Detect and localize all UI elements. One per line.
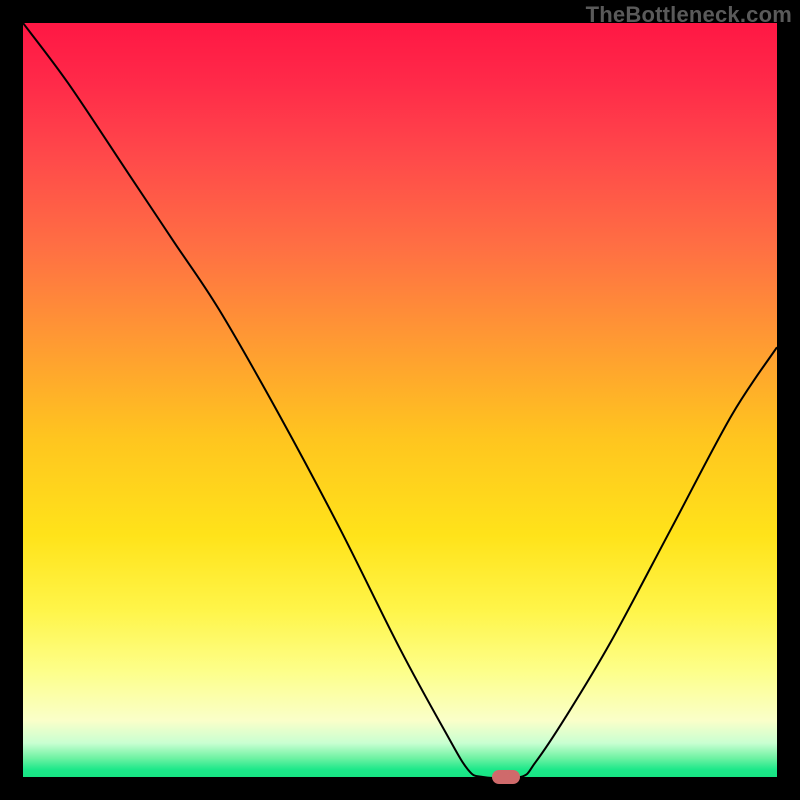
optimal-point-marker xyxy=(492,770,520,784)
watermark-text: TheBottleneck.com xyxy=(586,2,792,28)
bottleneck-curve xyxy=(23,23,777,777)
chart-frame: TheBottleneck.com xyxy=(0,0,800,800)
plot-area xyxy=(23,23,777,777)
